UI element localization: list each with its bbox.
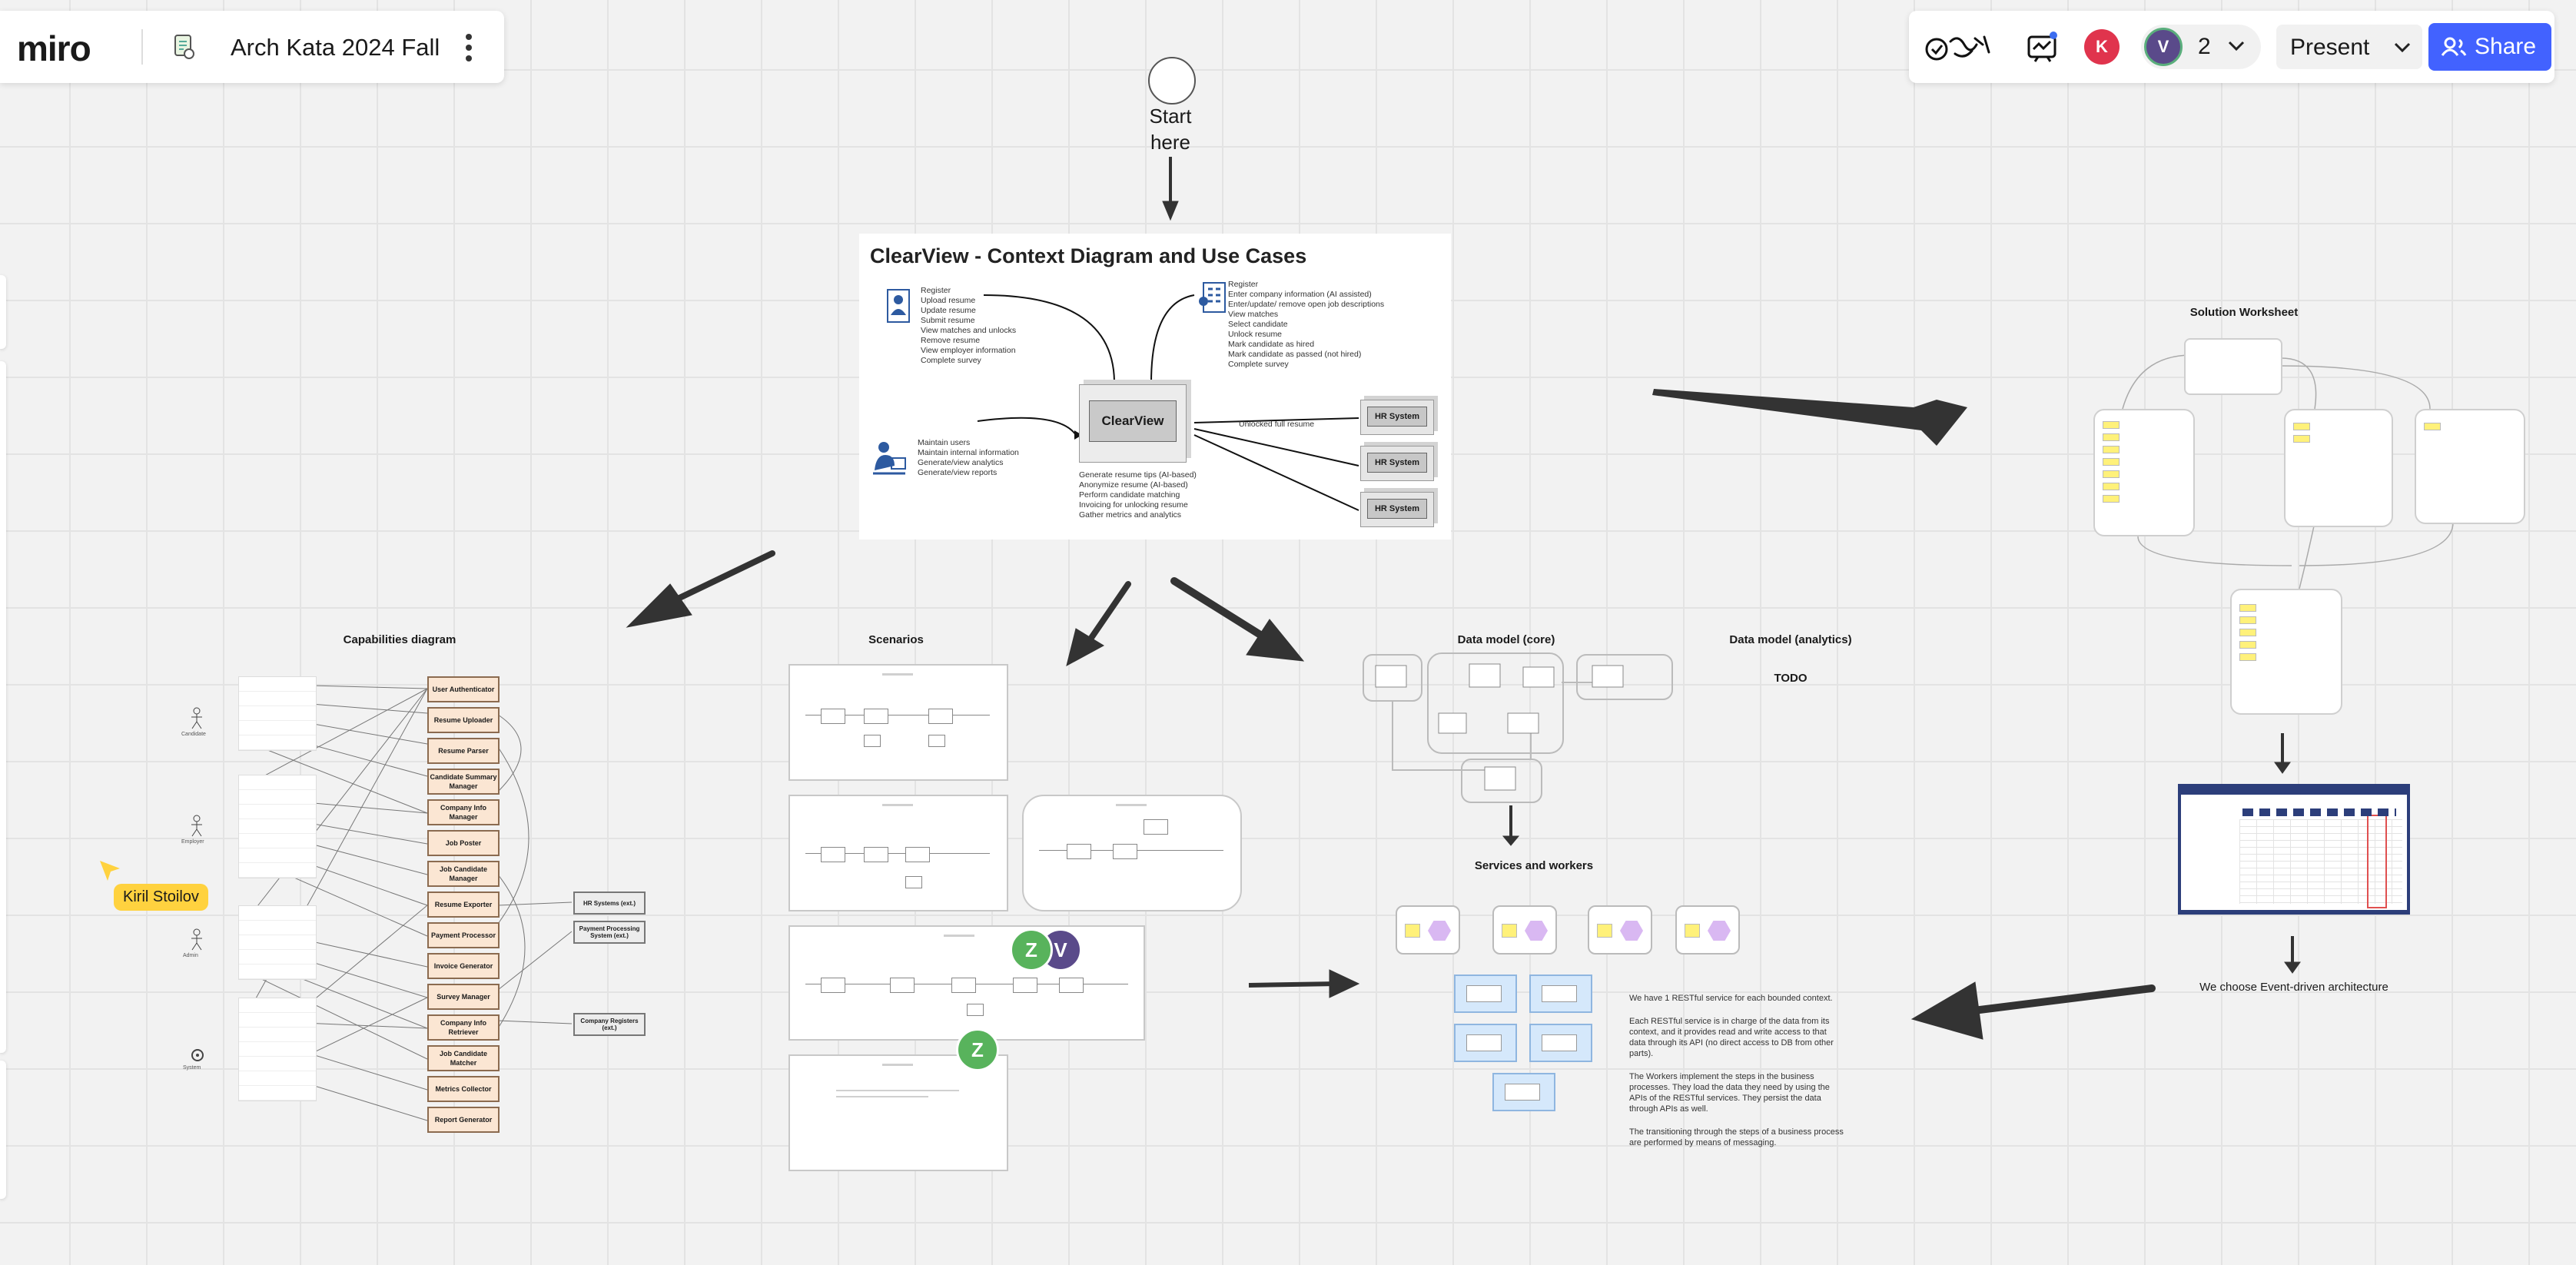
- service-card[interactable]: [1675, 905, 1740, 955]
- capability-box[interactable]: Invoice Generator: [427, 953, 500, 979]
- employer-actor-label: Employer: [181, 839, 204, 845]
- event-driven-note: We choose Event-driven architecture: [2199, 981, 2388, 994]
- data-model-core-title: Data model (core): [1457, 633, 1555, 646]
- services-paragraph: The Workers implement the steps in the b…: [1629, 1072, 1830, 1114]
- candidate-icon: [887, 289, 910, 323]
- worker-card[interactable]: [1529, 1024, 1592, 1062]
- services-paragraph: The transitioning through the steps of a…: [1629, 1127, 1844, 1147]
- context-diagram-card[interactable]: ClearView - Context Diagram and Use Case…: [859, 234, 1451, 540]
- admin-actions-list: [238, 905, 317, 980]
- capability-box[interactable]: Company Info Manager: [427, 799, 500, 825]
- data-model-core-diagram[interactable]: [1362, 652, 1677, 805]
- capability-box[interactable]: Resume Exporter: [427, 891, 500, 918]
- capability-box[interactable]: Resume Parser: [427, 738, 500, 764]
- candidate-actor-label: Candidate: [181, 732, 206, 737]
- service-card[interactable]: [1492, 905, 1557, 955]
- worker-card[interactable]: [1454, 1024, 1517, 1062]
- candidate-actions-list: [238, 676, 317, 751]
- solution-worksheet-diagram[interactable]: [2092, 335, 2525, 715]
- external-system-box[interactable]: HR Systems (ext.): [573, 891, 646, 915]
- services-title: Services and workers: [1474, 859, 1594, 872]
- scenario-frame[interactable]: [788, 1054, 1008, 1171]
- admin-actor-label: Admin: [183, 953, 198, 958]
- worker-card[interactable]: [1454, 974, 1517, 1013]
- capability-box[interactable]: Report Generator: [427, 1107, 500, 1133]
- capability-box[interactable]: Job Candidate Manager: [427, 861, 500, 887]
- service-card[interactable]: [1588, 905, 1652, 955]
- external-system-box[interactable]: Payment Processing System (ext.): [573, 921, 646, 944]
- worker-card[interactable]: [1529, 974, 1592, 1013]
- solution-worksheet-title: Solution Worksheet: [2189, 306, 2299, 319]
- admin-use-cases: Maintain users Maintain internal informat…: [918, 438, 1019, 477]
- collaborator-avatar-z[interactable]: Z: [1010, 928, 1053, 971]
- employer-actions-list: [238, 775, 317, 878]
- capability-box[interactable]: Job Poster: [427, 830, 500, 856]
- capability-box[interactable]: User Authenticator: [427, 676, 500, 702]
- collaborator-avatar-z[interactable]: Z: [956, 1028, 999, 1071]
- capability-box[interactable]: Job Candidate Matcher: [427, 1045, 500, 1071]
- capability-box[interactable]: Resume Uploader: [427, 707, 500, 733]
- employer-actor-icon: [189, 815, 204, 842]
- capability-box[interactable]: Payment Processor: [427, 922, 500, 948]
- services-paragraph: We have 1 RESTful service for each bound…: [1629, 994, 1833, 1003]
- employer-use-cases: Register Enter company information (AI as…: [1228, 280, 1385, 369]
- capability-box[interactable]: Metrics Collector: [427, 1076, 500, 1102]
- scenario-frame[interactable]: [788, 795, 1008, 911]
- capabilities-diagram[interactable]: Candidate Employer Admin System User Aut…: [181, 667, 650, 1133]
- system-use-cases: Generate resume tips (AI-based) Anonymize…: [1079, 470, 1197, 520]
- clearview-system-box: ClearView: [1079, 384, 1187, 463]
- todo-label: TODO: [1774, 672, 1808, 685]
- admin-icon: [871, 440, 907, 478]
- capability-box[interactable]: Candidate Summary Manager: [427, 769, 500, 795]
- scenario-frame[interactable]: [788, 664, 1008, 781]
- worksheet-card: [2184, 338, 2282, 395]
- scenario-frame[interactable]: [788, 925, 1145, 1041]
- candidate-use-cases: Register Upload resume Update resume Submit…: [921, 286, 1017, 365]
- unlocked-label: Unlocked full resume: [1239, 420, 1315, 429]
- admin-actor-icon: [189, 928, 204, 955]
- capabilities-title: Capabilities diagram: [343, 633, 456, 646]
- system-actor-label: System: [183, 1065, 201, 1071]
- clearview-label: ClearView: [1089, 400, 1177, 442]
- architecture-styles-worksheet[interactable]: [2178, 784, 2410, 915]
- system-actor-icon: [189, 1047, 206, 1067]
- worker-card[interactable]: [1492, 1073, 1555, 1111]
- employer-icon: [1197, 281, 1228, 314]
- capability-box[interactable]: Survey Manager: [427, 984, 500, 1010]
- external-system-box[interactable]: Company Registers (ext.): [573, 1013, 646, 1036]
- capability-box[interactable]: Company Info Retriever: [427, 1014, 500, 1041]
- hr-system-box: HR System: [1360, 446, 1434, 481]
- cursor-pointer-icon: [98, 859, 121, 886]
- system-actions-list: [238, 998, 317, 1101]
- services-paragraph: Each RESTful service is in charge of the…: [1629, 1017, 1834, 1058]
- scenario-frame[interactable]: [1022, 795, 1242, 911]
- scenarios-title: Scenarios: [868, 633, 924, 646]
- hr-system-box: HR System: [1360, 400, 1434, 435]
- data-model-analytics-title: Data model (analytics): [1729, 633, 1852, 646]
- cursor-name-tag: Kiril Stoilov: [114, 884, 208, 911]
- candidate-actor-icon: [189, 707, 204, 734]
- service-card[interactable]: [1396, 905, 1460, 955]
- hr-system-box: HR System: [1360, 492, 1434, 527]
- services-description: We have 1 RESTful service for each bound…: [1629, 993, 1844, 1160]
